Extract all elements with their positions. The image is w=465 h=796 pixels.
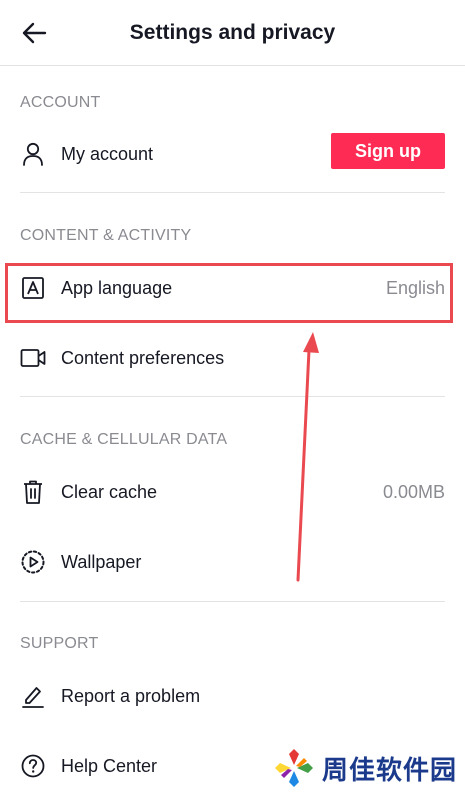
language-icon	[20, 274, 46, 302]
section-title-account: ACCOUNT	[20, 94, 101, 111]
app-language-value: English	[385, 278, 445, 298]
app-language-row[interactable]: App language English	[0, 258, 465, 318]
divider	[20, 192, 445, 193]
section-title-cache: CACHE & CELLULAR DATA	[20, 431, 228, 448]
clear-cache-label: Clear cache	[61, 482, 158, 502]
sign-up-button[interactable]: Sign up	[331, 133, 445, 169]
top-bar: Settings and privacy	[0, 0, 465, 66]
trash-icon	[20, 478, 46, 506]
live-wallpaper-icon	[20, 548, 46, 576]
person-icon	[20, 140, 46, 168]
video-camera-icon	[20, 344, 46, 372]
report-problem-row[interactable]: Report a problem	[0, 666, 465, 726]
divider	[20, 396, 445, 397]
my-account-row[interactable]: My account Sign up	[0, 124, 465, 184]
section-title-content-activity: CONTENT & ACTIVITY	[20, 227, 192, 244]
help-center-label: Help Center	[61, 756, 158, 776]
help-circle-icon	[20, 752, 46, 780]
clear-cache-row[interactable]: Clear cache 0.00MB	[0, 462, 465, 522]
app-language-label: App language	[61, 278, 173, 298]
watermark: 周佳软件园	[272, 746, 462, 790]
wallpaper-label: Wallpaper	[61, 552, 142, 572]
content-preferences-row[interactable]: Content preferences	[0, 328, 465, 388]
page-title: Settings and privacy	[129, 21, 336, 44]
watermark-logo-icon	[275, 749, 313, 787]
report-problem-label: Report a problem	[61, 686, 201, 706]
pencil-icon	[20, 682, 46, 710]
wallpaper-row[interactable]: Wallpaper	[0, 532, 465, 592]
content-preferences-label: Content preferences	[61, 348, 225, 368]
watermark-text: 周佳软件园	[322, 755, 458, 786]
section-title-support: SUPPORT	[20, 635, 99, 652]
divider	[20, 601, 445, 602]
cache-size-value: 0.00MB	[382, 482, 445, 502]
my-account-label: My account	[61, 144, 154, 164]
